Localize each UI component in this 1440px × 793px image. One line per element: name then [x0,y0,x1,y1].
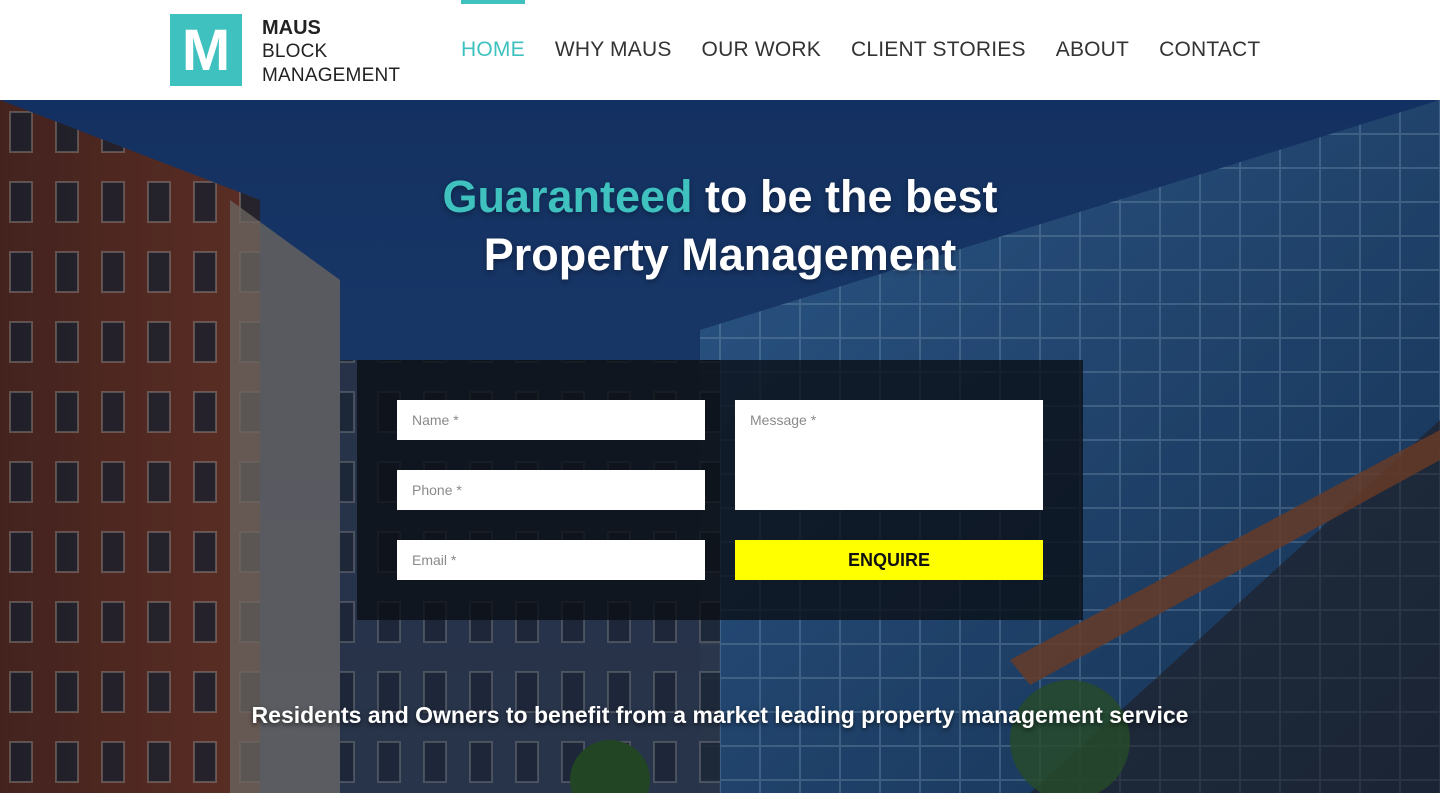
nav-item-client-stories[interactable]: CLIENT STORIES [836,0,1041,100]
nav-item-about[interactable]: ABOUT [1041,0,1144,100]
logo-name-line3: MANAGEMENT [262,65,401,86]
hero-headline: Guaranteed to be the best Property Manag… [0,168,1440,284]
nav-item-our-work[interactable]: OUR WORK [687,0,836,100]
phone-input[interactable] [397,470,705,510]
headline-rest: to be the best [692,171,998,222]
headline-accent: Guaranteed [442,171,693,222]
site-logo[interactable]: M MAUS BLOCK MANAGEMENT [170,14,400,88]
main-nav: HOME WHY MAUS OUR WORK CLIENT STORIES AB… [446,0,1275,100]
name-input[interactable] [397,400,705,440]
enquire-button[interactable]: ENQUIRE [735,540,1043,580]
logo-letter: M [181,18,231,83]
logo-wordmark: MAUS BLOCK MANAGEMENT [262,16,400,88]
email-input[interactable] [397,540,705,580]
message-input[interactable] [735,400,1043,510]
enquiry-form: ENQUIRE [357,360,1083,620]
nav-item-why-maus[interactable]: WHY MAUS [540,0,687,100]
logo-mark: M [170,14,242,86]
logo-name-line2: BLOCK [262,41,328,62]
hero-tagline: Residents and Owners to benefit from a m… [251,702,1189,728]
hero-section: Guaranteed to be the best Property Manag… [0,100,1440,793]
site-header: M MAUS BLOCK MANAGEMENT HOME WHY MAUS OU… [0,0,1440,100]
headline-line2: Property Management [483,229,957,280]
nav-item-home[interactable]: HOME [446,0,540,100]
logo-name-line1: MAUS [262,17,321,39]
nav-item-contact[interactable]: CONTACT [1144,0,1275,100]
